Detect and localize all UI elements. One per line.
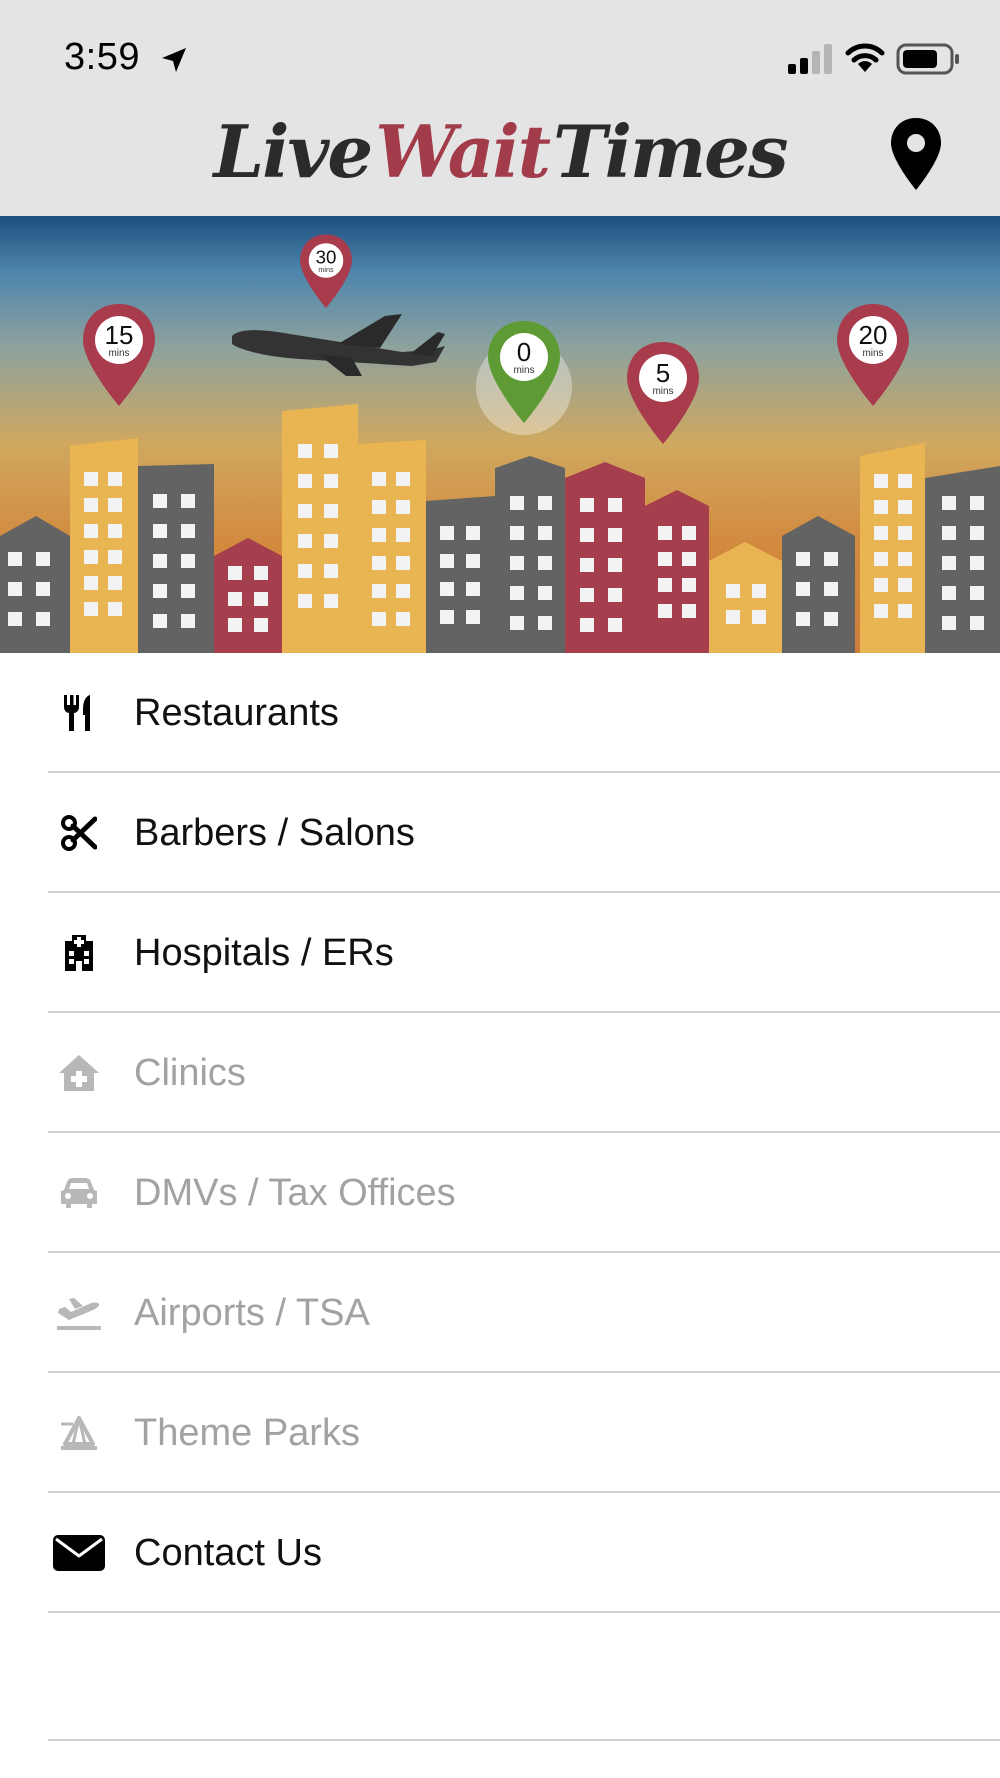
- pin-value: 5: [656, 358, 670, 388]
- wait-time-pin: 5mins: [627, 342, 699, 444]
- menu-label: Airports / TSA: [134, 1292, 370, 1334]
- menu-label: Theme Parks: [134, 1412, 360, 1454]
- logo-word-times: Times: [553, 109, 788, 194]
- menu-item-hospitals-ers[interactable]: Hospitals / ERs: [0, 893, 1000, 1013]
- wait-time-pin: 0mins: [476, 321, 572, 435]
- logo-word-wait: Wait: [375, 109, 551, 194]
- scissors-icon: [52, 811, 106, 855]
- car-icon: [52, 1171, 106, 1215]
- fork-knife-icon: [52, 691, 106, 735]
- battery-icon: [896, 43, 959, 75]
- menu-label: Restaurants: [134, 692, 339, 734]
- clinic-icon: [52, 1051, 106, 1095]
- menu-label: Clinics: [134, 1052, 246, 1094]
- wait-time-pins: 15mins30mins0mins 5mins20mins: [83, 234, 909, 444]
- envelope-icon: [52, 1531, 106, 1575]
- bottom-divider: [48, 1739, 1000, 1741]
- pin-value: 15: [105, 320, 134, 350]
- wait-time-pin: 20mins: [837, 304, 909, 406]
- menu-item-barbers-salons[interactable]: Barbers / Salons: [0, 773, 1000, 893]
- pin-value: 0: [517, 337, 531, 367]
- pin-value: 30: [316, 246, 337, 267]
- wifi-icon: [845, 43, 885, 72]
- menu-item-restaurants[interactable]: Restaurants: [0, 653, 1000, 773]
- pin-unit: mins: [108, 348, 129, 359]
- menu-item-theme-parks[interactable]: Theme Parks: [0, 1373, 1000, 1493]
- map-pin-icon[interactable]: [888, 116, 944, 192]
- menu-item-airports-tsa[interactable]: Airports / TSA: [0, 1253, 1000, 1373]
- hero-banner: 15 mins 30 mins 0 mins 5 mins 20 mins: [0, 216, 1000, 653]
- airplane-takeoff-icon: [52, 1291, 106, 1335]
- category-menu: Restaurants Barbers / Salons Hospitals /…: [0, 653, 1000, 1613]
- menu-label: DMVs / Tax Offices: [134, 1172, 456, 1214]
- wait-time-pin: 30mins: [300, 234, 352, 308]
- logo-word-live: Live: [213, 109, 374, 194]
- menu-item-contact-us[interactable]: Contact Us: [0, 1493, 1000, 1613]
- location-arrow-icon: [162, 48, 186, 72]
- cellular-signal-icon: [788, 44, 832, 74]
- skyline: [0, 404, 1000, 653]
- pin-value: 20: [859, 320, 888, 350]
- airplane-illustration: [232, 314, 445, 376]
- app-header: 3:59 LiveWaitTimes: [0, 0, 1000, 216]
- status-time: 3:59: [64, 36, 140, 78]
- theme-park-icon: [52, 1411, 106, 1455]
- menu-label: Contact Us: [134, 1532, 322, 1574]
- wait-time-pin: 15mins: [83, 304, 155, 406]
- menu-label: Barbers / Salons: [134, 812, 415, 854]
- menu-item-dmvs-tax-offices[interactable]: DMVs / Tax Offices: [0, 1133, 1000, 1253]
- hospital-icon: [52, 931, 106, 975]
- menu-label: Hospitals / ERs: [134, 932, 394, 974]
- pin-unit: mins: [862, 348, 883, 359]
- app-logo: LiveWaitTimes: [0, 112, 1000, 192]
- pin-unit: mins: [318, 265, 334, 274]
- city-skyline-illustration: 15mins30mins0mins 5mins20mins: [0, 234, 1000, 653]
- pin-unit: mins: [513, 365, 534, 376]
- pin-unit: mins: [652, 386, 673, 397]
- menu-item-clinics[interactable]: Clinics: [0, 1013, 1000, 1133]
